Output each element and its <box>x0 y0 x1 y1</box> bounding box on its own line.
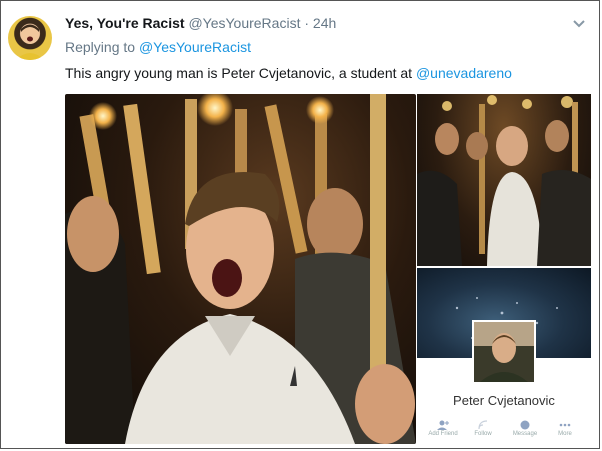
reply-prefix: Replying to <box>65 39 136 55</box>
profile-card[interactable]: Peter Cvjetanovic Add Friend Follow Mess… <box>417 268 591 444</box>
mention-link[interactable]: @unevadareno <box>416 65 512 81</box>
add-friend-label: Add Friend <box>428 431 458 437</box>
message-button[interactable]: Message <box>505 420 545 437</box>
message-icon <box>520 420 530 430</box>
reply-context: Replying to @YesYoureRacist <box>65 39 251 55</box>
separator: · <box>304 15 310 31</box>
tweet-text: This angry young man is Peter Cvjetanovi… <box>65 65 512 81</box>
photo-secondary[interactable] <box>417 94 591 266</box>
more-button[interactable]: More <box>545 420 585 437</box>
tweet-card: Yes, You're Racist @YesYoureRacist · 24h… <box>0 0 600 449</box>
profile-actions: Add Friend Follow Message More <box>417 420 591 442</box>
more-icon <box>559 423 571 427</box>
follow-label: Follow <box>474 431 492 437</box>
follow-button[interactable]: Follow <box>463 420 503 437</box>
profile-photo[interactable] <box>472 320 536 384</box>
avatar[interactable] <box>8 16 52 60</box>
tweet-body: This angry young man is Peter Cvjetanovi… <box>65 65 416 81</box>
photo-main[interactable] <box>65 94 416 444</box>
profile-name[interactable]: Peter Cvjetanovic <box>417 393 591 408</box>
tweet-header: Yes, You're Racist @YesYoureRacist · 24h <box>65 15 336 31</box>
more-label: More <box>558 431 572 437</box>
add-friend-button[interactable]: Add Friend <box>423 420 463 437</box>
chevron-down-icon[interactable] <box>572 17 586 31</box>
add-friend-icon <box>437 420 449 430</box>
reply-to-link[interactable]: @YesYoureRacist <box>139 39 251 55</box>
timestamp[interactable]: 24h <box>313 15 336 31</box>
handle[interactable]: @YesYoureRacist <box>188 15 300 31</box>
display-name[interactable]: Yes, You're Racist <box>65 15 185 31</box>
follow-icon <box>478 420 488 430</box>
message-label: Message <box>512 431 538 437</box>
